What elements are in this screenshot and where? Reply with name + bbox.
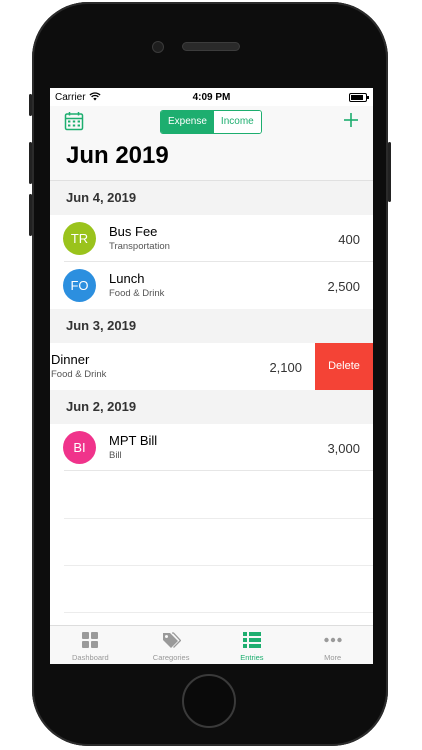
tab-more[interactable]: More [292,626,373,664]
entry-title: MPT Bill [109,433,158,448]
page-title: Jun 2019 [66,142,169,169]
section-header: Jun 2, 2019 [50,390,373,424]
segment-income[interactable]: Income [213,111,261,133]
tab-dashboard[interactable]: Dashboard [50,626,131,664]
add-entry-plus-icon[interactable] [343,112,359,128]
category-avatar: BI [63,431,96,464]
delete-button[interactable]: Delete [315,343,373,390]
category-avatar: TR [63,222,96,255]
section-header: Jun 4, 2019 [50,181,373,215]
entry-category: Food & Drink [109,288,165,299]
entry-row-mpt-bill[interactable]: BI MPT Bill Bill 3,000 [50,424,373,471]
home-button[interactable] [182,674,236,728]
tab-label: Caregories [152,653,190,662]
entry-category: Bill [109,450,122,461]
empty-row-separator [64,565,373,566]
front-camera [152,41,164,53]
phone-frame: Carrier 4:09 PM Expense Income Jun 2019 … [29,2,391,746]
status-bar: Carrier 4:09 PM [50,88,373,106]
entry-amount: 3,000 [327,441,360,456]
calendar-icon[interactable] [64,111,84,131]
segment-expense[interactable]: Expense [161,111,214,133]
tab-label: Entries [240,653,264,662]
empty-row-separator [64,518,373,519]
entry-row-lunch[interactable]: FO Lunch Food & Drink 2,500 [50,262,373,309]
row-separator [64,470,373,471]
volume-up-button [29,142,32,184]
entry-title: Dinner [51,352,90,367]
mute-switch [29,94,32,116]
expense-income-segmented-control: Expense Income [160,110,262,134]
empty-row-separator [64,612,373,613]
tags-icon [163,632,182,648]
entry-amount: 2,100 [269,360,302,375]
section-header: Jun 3, 2019 [50,309,373,343]
entry-category: Food & Drink [51,369,107,380]
entry-row-dinner-swiped[interactable]: Dinner Food & Drink 2,100 Delete [50,343,373,390]
earpiece-speaker [182,42,240,51]
tab-categories[interactable]: Caregories [131,626,212,664]
dashboard-grid-icon [82,632,99,648]
list-icon [242,632,261,648]
tab-bar: Dashboard Caregories Entries More [50,625,373,664]
entry-title: Bus Fee [109,224,158,239]
tab-label: Dashboard [72,653,109,662]
power-button [388,142,391,202]
more-dots-icon [323,637,342,643]
volume-down-button [29,194,32,236]
tab-entries[interactable]: Entries [212,626,293,664]
entry-amount: 2,500 [327,279,360,294]
entry-row-bus-fee[interactable]: TR Bus Fee Transportation 400 [50,215,373,262]
app-screen: Carrier 4:09 PM Expense Income Jun 2019 … [50,88,373,664]
battery-icon [349,93,369,102]
tab-label: More [324,653,342,662]
entry-title: Lunch [109,271,145,286]
status-time: 4:09 PM [192,92,231,103]
entry-amount: 400 [338,232,360,247]
entry-category: Transportation [109,241,170,252]
navigation-bar: Expense Income Jun 2019 [50,106,373,181]
category-avatar: FO [63,269,96,302]
